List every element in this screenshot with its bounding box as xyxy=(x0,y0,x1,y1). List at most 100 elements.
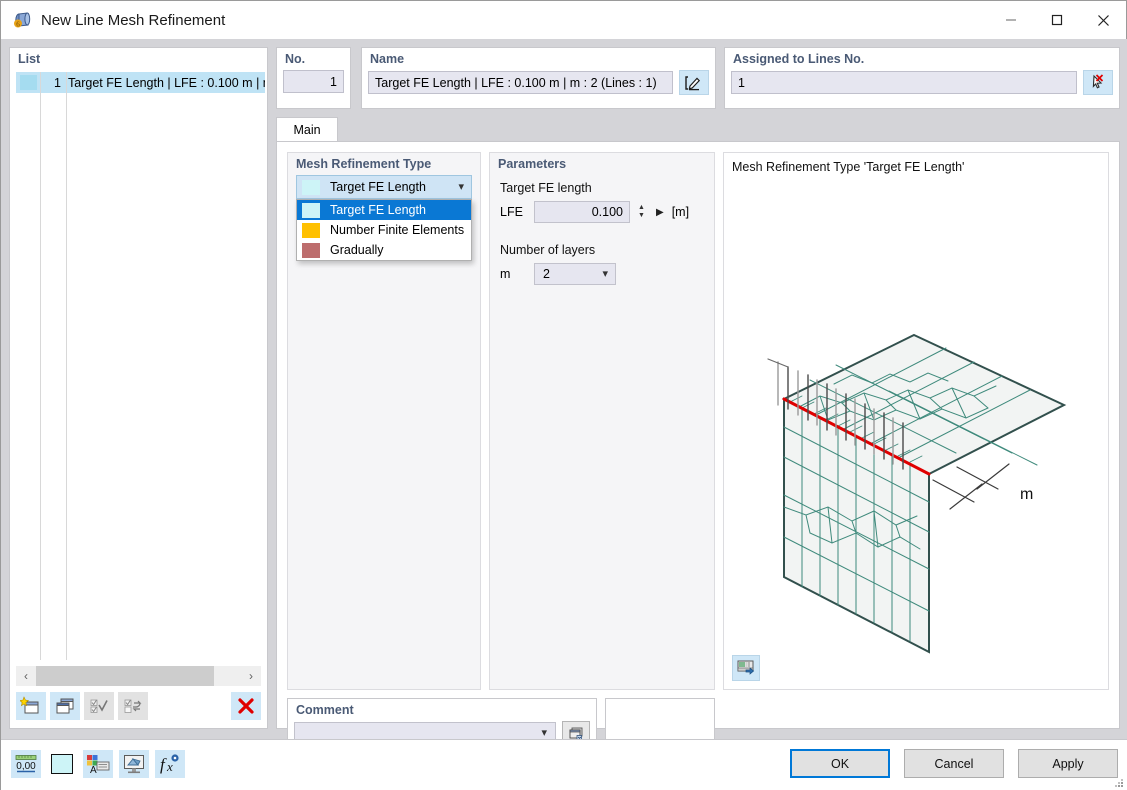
number-of-layers-label: Number of layers xyxy=(500,243,596,257)
name-group: Name Target FE Length | LFE : 0.100 m | … xyxy=(361,47,716,109)
apply-button[interactable]: Apply xyxy=(1018,749,1118,778)
number-label: No. xyxy=(285,52,306,66)
list-item-number: 1 xyxy=(54,75,61,90)
list-horizontal-scrollbar[interactable]: ‹ › xyxy=(16,666,261,686)
stepper-down-icon[interactable]: ▼ xyxy=(638,212,648,219)
ok-button[interactable]: OK xyxy=(790,749,890,778)
scrollbar-thumb[interactable] xyxy=(36,666,214,686)
name-row: Target FE Length | LFE : 0.100 m | m : 2… xyxy=(368,70,709,95)
formula-button[interactable]: f x xyxy=(155,750,185,778)
dimension-label-m: m xyxy=(1020,486,1033,503)
dropdown-option-gradually[interactable]: Gradually xyxy=(297,240,471,260)
lfe-stepper[interactable]: ▲ ▼ xyxy=(638,204,648,219)
invert-selection-button xyxy=(118,692,148,720)
parameters-label: Parameters xyxy=(498,157,567,171)
scroll-left-icon[interactable]: ‹ xyxy=(16,669,36,683)
mesh-refinement-type-combo-wrap: Target FE Length ▾ Target FE Length Numb… xyxy=(296,175,472,261)
footer-dialog-buttons: OK Cancel Apply xyxy=(790,749,1118,778)
option-label: Gradually xyxy=(330,243,384,257)
footer-tool-buttons: 0,00 A f x xyxy=(11,750,185,778)
number-input[interactable]: 1 xyxy=(283,70,344,93)
mesh-refinement-type-dropdown[interactable]: Target FE Length Number Finite Elements … xyxy=(296,199,472,261)
tab-panel-main: Mesh Refinement Type Target FE Length ▾ … xyxy=(276,141,1120,756)
preview-title: Mesh Refinement Type 'Target FE Length' xyxy=(732,160,965,174)
layers-select[interactable]: 2 ▾ xyxy=(534,263,616,285)
list-body[interactable]: 1 Target FE Length | LFE : 0.100 m | m xyxy=(16,72,265,660)
dialog-footer: 0,00 A f x OK Cancel Apply xyxy=(1,739,1127,790)
assigned-lines-group: Assigned to Lines No. 1 xyxy=(724,47,1120,109)
list-panel: List 1 Target FE Length | LFE : 0.100 m … xyxy=(9,47,268,729)
svg-text:6: 6 xyxy=(16,21,20,29)
cancel-button[interactable]: Cancel xyxy=(904,749,1004,778)
assigned-lines-label: Assigned to Lines No. xyxy=(733,52,865,66)
resize-grip[interactable] xyxy=(1113,777,1125,789)
list-item[interactable]: 1 Target FE Length | LFE : 0.100 m | m xyxy=(16,72,265,93)
stepper-up-icon[interactable]: ▲ xyxy=(638,204,648,211)
preview-settings-icon[interactable] xyxy=(732,655,760,681)
delete-item-button[interactable] xyxy=(231,692,261,720)
dialog-body: List 1 Target FE Length | LFE : 0.100 m … xyxy=(1,39,1127,756)
option-color-swatch xyxy=(302,242,320,258)
chevron-down-icon[interactable]: ▾ xyxy=(602,267,608,280)
tab-main[interactable]: Main xyxy=(276,117,338,141)
color-button[interactable] xyxy=(47,750,77,778)
layers-label: m xyxy=(500,267,511,281)
parameters-content: Target FE length LFE 0.100 ▲ ▼ ▶ [m] Num… xyxy=(500,181,704,285)
parameters-group: Parameters Target FE length LFE 0.100 ▲ … xyxy=(489,152,715,690)
option-label: Target FE Length xyxy=(330,203,426,217)
option-color-swatch xyxy=(302,202,320,218)
mesh-refinement-type-value: Target FE Length xyxy=(330,180,426,194)
dialog-window: 6 New Line Mesh Refinement List 1 Target… xyxy=(0,0,1127,790)
lfe-label: LFE xyxy=(500,205,523,219)
dropdown-option-target-fe-length[interactable]: Target FE Length xyxy=(297,200,471,220)
lfe-row: LFE 0.100 ▲ ▼ ▶ [m] xyxy=(500,201,704,223)
option-color-swatch xyxy=(302,222,320,238)
view-button[interactable] xyxy=(119,750,149,778)
pick-lines-icon[interactable] xyxy=(1083,70,1113,95)
new-item-button[interactable] xyxy=(16,692,46,720)
copy-item-button[interactable] xyxy=(50,692,80,720)
mesh-refinement-type-label: Mesh Refinement Type xyxy=(296,157,432,171)
lfe-more-icon[interactable]: ▶ xyxy=(656,207,664,218)
close-button[interactable] xyxy=(1080,1,1126,39)
window-controls xyxy=(988,1,1126,39)
lfe-unit: [m] xyxy=(671,205,690,219)
option-label: Number Finite Elements xyxy=(330,223,465,237)
list-title: List xyxy=(18,52,41,66)
preview-group: Mesh Refinement Type 'Target FE Length' xyxy=(723,152,1109,690)
svg-text:0,00: 0,00 xyxy=(16,761,36,772)
preview-canvas[interactable]: m xyxy=(724,177,1108,689)
chevron-down-icon[interactable]: ▾ xyxy=(458,180,464,193)
svg-text:x: x xyxy=(166,759,173,774)
number-group: No. 1 xyxy=(276,47,351,109)
name-input[interactable]: Target FE Length | LFE : 0.100 m | m : 2… xyxy=(368,71,673,94)
mesh-refinement-type-combo[interactable]: Target FE Length ▾ xyxy=(296,175,472,199)
comment-label: Comment xyxy=(296,703,354,717)
scroll-right-icon[interactable]: › xyxy=(241,669,261,683)
maximize-button[interactable] xyxy=(1034,1,1080,39)
select-all-button xyxy=(84,692,114,720)
display-properties-button[interactable]: A xyxy=(83,750,113,778)
dropdown-option-number-finite-elements[interactable]: Number Finite Elements xyxy=(297,220,471,240)
chevron-down-icon[interactable]: ▾ xyxy=(541,726,547,739)
list-item-color-swatch xyxy=(20,75,37,90)
tab-strip: Main xyxy=(276,117,1120,141)
edit-name-icon[interactable] xyxy=(679,70,709,95)
window-title: New Line Mesh Refinement xyxy=(41,11,226,29)
title-bar: 6 New Line Mesh Refinement xyxy=(1,1,1126,39)
svg-text:A: A xyxy=(90,765,97,775)
list-toolbar xyxy=(16,690,261,722)
app-icon: 6 xyxy=(11,9,33,31)
units-button[interactable]: 0,00 xyxy=(11,750,41,778)
selected-type-color-swatch xyxy=(302,179,320,195)
name-label: Name xyxy=(370,52,405,66)
svg-text:f: f xyxy=(160,755,167,774)
color-swatch xyxy=(51,754,73,774)
lfe-input[interactable]: 0.100 xyxy=(534,201,630,223)
scrollbar-track[interactable] xyxy=(36,666,241,686)
assigned-lines-input[interactable]: 1 xyxy=(731,71,1077,94)
layers-row: m 2 ▾ xyxy=(500,263,704,285)
mesh-refinement-type-group: Mesh Refinement Type Target FE Length ▾ … xyxy=(287,152,481,690)
list-item-label: Target FE Length | LFE : 0.100 m | m xyxy=(68,75,265,90)
minimize-button[interactable] xyxy=(988,1,1034,39)
